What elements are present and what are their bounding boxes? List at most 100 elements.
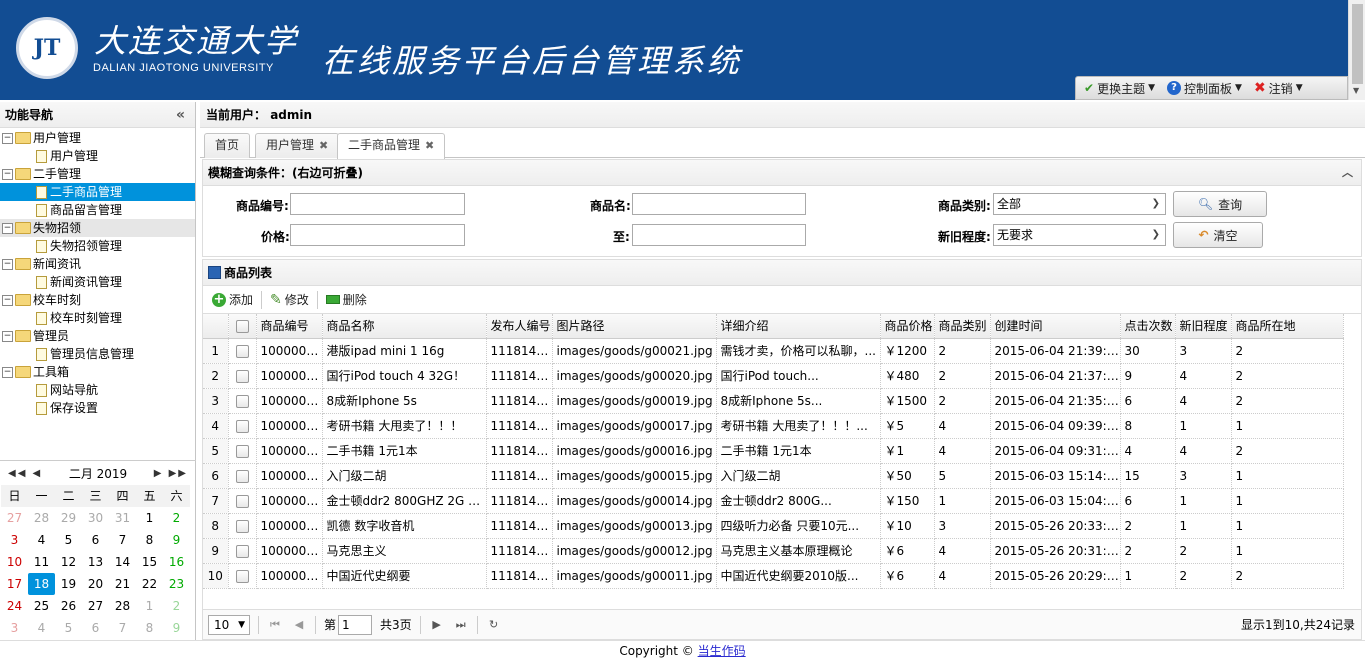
calendar-day[interactable]: 28: [28, 507, 55, 529]
collapse-up-icon[interactable]: ︿: [1342, 160, 1353, 186]
scroll-down-icon[interactable]: ▼: [1353, 86, 1359, 95]
calendar-day[interactable]: 22: [136, 573, 163, 595]
change-theme-menu[interactable]: ✔ 更换主题 ▼: [1084, 80, 1155, 97]
tree-item-site-nav[interactable]: 网站导航: [0, 381, 195, 399]
row-select-cell[interactable]: [228, 388, 257, 414]
calendar-day[interactable]: 2: [163, 507, 190, 529]
tree-item-user-manage[interactable]: 用户管理: [0, 147, 195, 165]
calendar-day[interactable]: 20: [82, 573, 109, 595]
column-header[interactable]: 商品所在地: [1231, 314, 1344, 339]
table-row[interactable]: 8 10000018凯德 数字收音机11181400Cimages/goods/g…: [203, 513, 1344, 539]
column-header[interactable]: 点击次数: [1120, 314, 1176, 339]
page-size-select[interactable]: 10 ▼: [208, 614, 250, 635]
row-checkbox[interactable]: [235, 519, 249, 533]
tree-item-news-manage[interactable]: 新闻资讯管理: [0, 273, 195, 291]
calendar-day[interactable]: 7: [109, 617, 136, 639]
column-header[interactable]: 商品编号: [256, 314, 323, 339]
calendar-day[interactable]: 3: [1, 529, 28, 551]
column-header[interactable]: 商品名称: [322, 314, 487, 339]
calendar-day[interactable]: 15: [136, 551, 163, 573]
calendar-day[interactable]: 21: [109, 573, 136, 595]
goods-name-input[interactable]: [632, 193, 806, 215]
row-select-cell[interactable]: [228, 463, 257, 489]
select-all-checkbox[interactable]: [235, 319, 249, 333]
calendar-next-nav[interactable]: ▶ ▶▶: [154, 468, 188, 479]
row-select-cell[interactable]: [228, 438, 257, 464]
row-checkbox[interactable]: [235, 394, 249, 408]
calendar-day[interactable]: 29: [55, 507, 82, 529]
calendar-day[interactable]: 8: [136, 617, 163, 639]
category-select[interactable]: 全部 ❯: [993, 193, 1166, 215]
row-select-cell[interactable]: [228, 363, 257, 389]
calendar-day[interactable]: 13: [82, 551, 109, 573]
column-header[interactable]: 商品价格: [880, 314, 935, 339]
tab-close-icon[interactable]: ✖: [425, 139, 434, 152]
minus-icon[interactable]: −: [2, 132, 13, 144]
row-checkbox[interactable]: [235, 344, 249, 358]
calendar-day[interactable]: 6: [82, 529, 109, 551]
row-checkbox[interactable]: [235, 494, 249, 508]
calendar-day[interactable]: 7: [109, 529, 136, 551]
row-checkbox[interactable]: [235, 469, 249, 483]
row-select-cell[interactable]: [228, 338, 257, 364]
page-number-input[interactable]: 1: [338, 614, 373, 635]
price-max-input[interactable]: [632, 224, 806, 246]
calendar-day[interactable]: 25: [28, 595, 55, 617]
calendar-day[interactable]: 19: [55, 573, 82, 595]
calendar-day[interactable]: 28: [109, 595, 136, 617]
table-row[interactable]: 7 10000019金士顿ddr2 800GHZ 2G CPU11181402Ci…: [203, 488, 1344, 514]
collapse-icon[interactable]: «: [176, 102, 185, 128]
last-page-icon[interactable]: ⏭: [453, 618, 469, 632]
tree-group-lostfound[interactable]: − 失物招领: [0, 219, 195, 237]
column-header[interactable]: 详细介绍: [716, 314, 881, 339]
row-checkbox[interactable]: [235, 569, 249, 583]
price-min-input[interactable]: [290, 224, 465, 246]
calendar-day[interactable]: 4: [28, 617, 55, 639]
calendar-day[interactable]: 12: [55, 551, 82, 573]
calendar-day[interactable]: 6: [82, 617, 109, 639]
tree-group-secondhand[interactable]: − 二手管理: [0, 165, 195, 183]
minus-icon[interactable]: −: [2, 366, 13, 378]
calendar-today[interactable]: 18: [28, 573, 55, 595]
calendar-day[interactable]: 4: [28, 529, 55, 551]
table-row[interactable]: 9 10000017马克思主义11181400Cimages/goods/g000…: [203, 538, 1344, 564]
calendar-day[interactable]: 11: [28, 551, 55, 573]
calendar-day[interactable]: 8: [136, 529, 163, 551]
clear-button[interactable]: ↶ 清空: [1173, 222, 1263, 248]
tree-group-news[interactable]: − 新闻资讯: [0, 255, 195, 273]
tree-group-bus[interactable]: − 校车时刻: [0, 291, 195, 309]
next-page-icon[interactable]: ▶: [429, 618, 445, 631]
table-row[interactable]: 1 10000026港版ipad mini 1 16g11181402Cimage…: [203, 338, 1344, 364]
table-row[interactable]: 3 100000248成新Iphone 5s11181402Cimages/goo…: [203, 388, 1344, 414]
calendar-day[interactable]: 5: [55, 529, 82, 551]
tree-item-admin-manage[interactable]: 管理员信息管理: [0, 345, 195, 363]
tree-group-admin[interactable]: − 管理员: [0, 327, 195, 345]
calendar-day[interactable]: 26: [55, 595, 82, 617]
edit-button[interactable]: ✎ 修改: [266, 289, 313, 310]
tree-group-users[interactable]: − 用户管理: [0, 129, 195, 147]
calendar-day[interactable]: 23: [163, 573, 190, 595]
calendar-day[interactable]: 1: [136, 595, 163, 617]
refresh-icon[interactable]: ↻: [486, 618, 502, 631]
tab-home[interactable]: 首页: [204, 133, 251, 158]
calendar-day[interactable]: 14: [109, 551, 136, 573]
minus-icon[interactable]: −: [2, 330, 13, 342]
table-row[interactable]: 10 10000016中国近代史纲要11181400Cimages/goods/g…: [203, 563, 1344, 589]
row-checkbox[interactable]: [235, 544, 249, 558]
tab-user-manage[interactable]: 用户管理 ✖: [255, 133, 340, 158]
column-header[interactable]: 发布人编号: [486, 314, 553, 339]
calendar-prev-nav[interactable]: ◀◀ ◀: [8, 468, 42, 479]
delete-button[interactable]: 删除: [322, 289, 371, 310]
row-select-cell[interactable]: [228, 563, 257, 589]
row-checkbox[interactable]: [235, 444, 249, 458]
table-row[interactable]: 510000021二手书籍 1元1本11181402Cimages/goods/…: [203, 438, 1344, 464]
row-select-cell[interactable]: [228, 538, 257, 564]
page-scrollbar[interactable]: ▼: [1348, 0, 1365, 100]
row-select-cell[interactable]: [228, 413, 257, 439]
row-checkbox[interactable]: [235, 419, 249, 433]
tab-goods-manage[interactable]: 二手商品管理 ✖: [337, 133, 446, 159]
minus-icon[interactable]: −: [2, 168, 13, 180]
tree-item-save-settings[interactable]: 保存设置: [0, 399, 195, 417]
select-all-header[interactable]: [228, 314, 257, 339]
tree-group-tools[interactable]: − 工具箱: [0, 363, 195, 381]
